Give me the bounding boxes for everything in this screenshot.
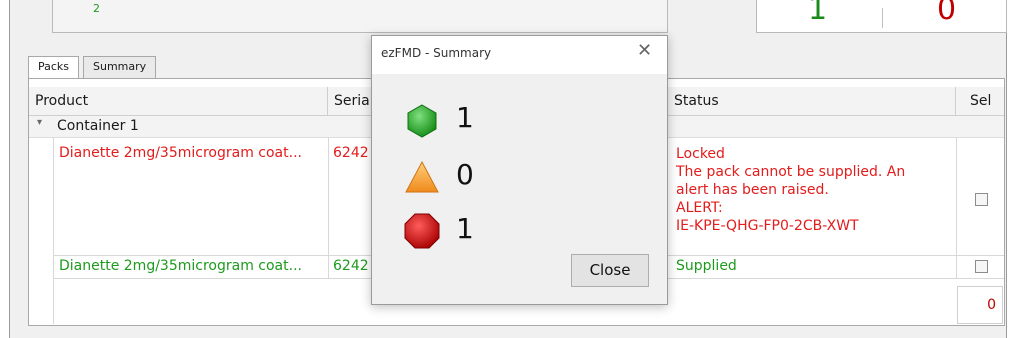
column-divider-status	[956, 256, 957, 278]
column-header-product[interactable]: Product	[29, 87, 328, 116]
counts-divider	[882, 8, 883, 28]
dialog-title: ezFMD - Summary	[381, 46, 492, 60]
status-line: IE-KPE-QHG-FP0-2CB-XWT	[676, 218, 859, 234]
row-2-status[interactable]: Supplied	[676, 258, 737, 274]
dialog-close-icon[interactable]: ✕	[637, 40, 652, 61]
top-partial-number: 2	[93, 2, 100, 15]
error-count: 0	[937, 0, 957, 27]
column-divider-status	[956, 138, 957, 255]
orange-triangle-icon	[404, 160, 440, 194]
status-line: Locked	[676, 146, 725, 162]
row-1-select-checkbox[interactable]	[975, 193, 988, 206]
dialog-red-count: 1	[456, 212, 474, 245]
green-hexagon-icon	[404, 103, 440, 139]
collapse-chevron-icon[interactable]: ▾	[37, 117, 42, 128]
column-divider-product	[328, 256, 329, 278]
status-line: ALERT:	[676, 200, 723, 216]
status-line: alert has been raised.	[676, 182, 829, 198]
row-2-serial[interactable]: 6242	[333, 258, 369, 274]
column-header-status[interactable]: Status	[668, 87, 956, 116]
column-header-sel[interactable]: Sel	[956, 87, 1004, 116]
row-2-product[interactable]: Dianette 2mg/35microgram coat...	[59, 258, 302, 274]
dialog-orange-count: 0	[456, 158, 474, 191]
verified-count: 1	[808, 0, 828, 27]
status-line: The pack cannot be supplied. An	[676, 164, 906, 180]
row-2-select-checkbox[interactable]	[975, 260, 988, 273]
column-divider-product	[328, 138, 329, 255]
close-button[interactable]: Close	[571, 254, 649, 287]
row-1-status[interactable]: Locked The pack cannot be supplied. An a…	[676, 145, 905, 235]
row-1-product[interactable]: Dianette 2mg/35microgram coat...	[59, 145, 302, 161]
red-octagon-icon	[403, 212, 441, 250]
selected-count: 0	[957, 286, 1003, 324]
tab-packs[interactable]: Packs	[28, 56, 80, 79]
top-info-panel	[52, 0, 668, 33]
tab-summary[interactable]: Summary	[83, 56, 157, 78]
group-label: Container 1	[57, 118, 139, 134]
dialog-green-count: 1	[456, 101, 474, 134]
row-indent-divider	[53, 138, 54, 324]
row-1-serial[interactable]: 6242	[333, 145, 369, 161]
